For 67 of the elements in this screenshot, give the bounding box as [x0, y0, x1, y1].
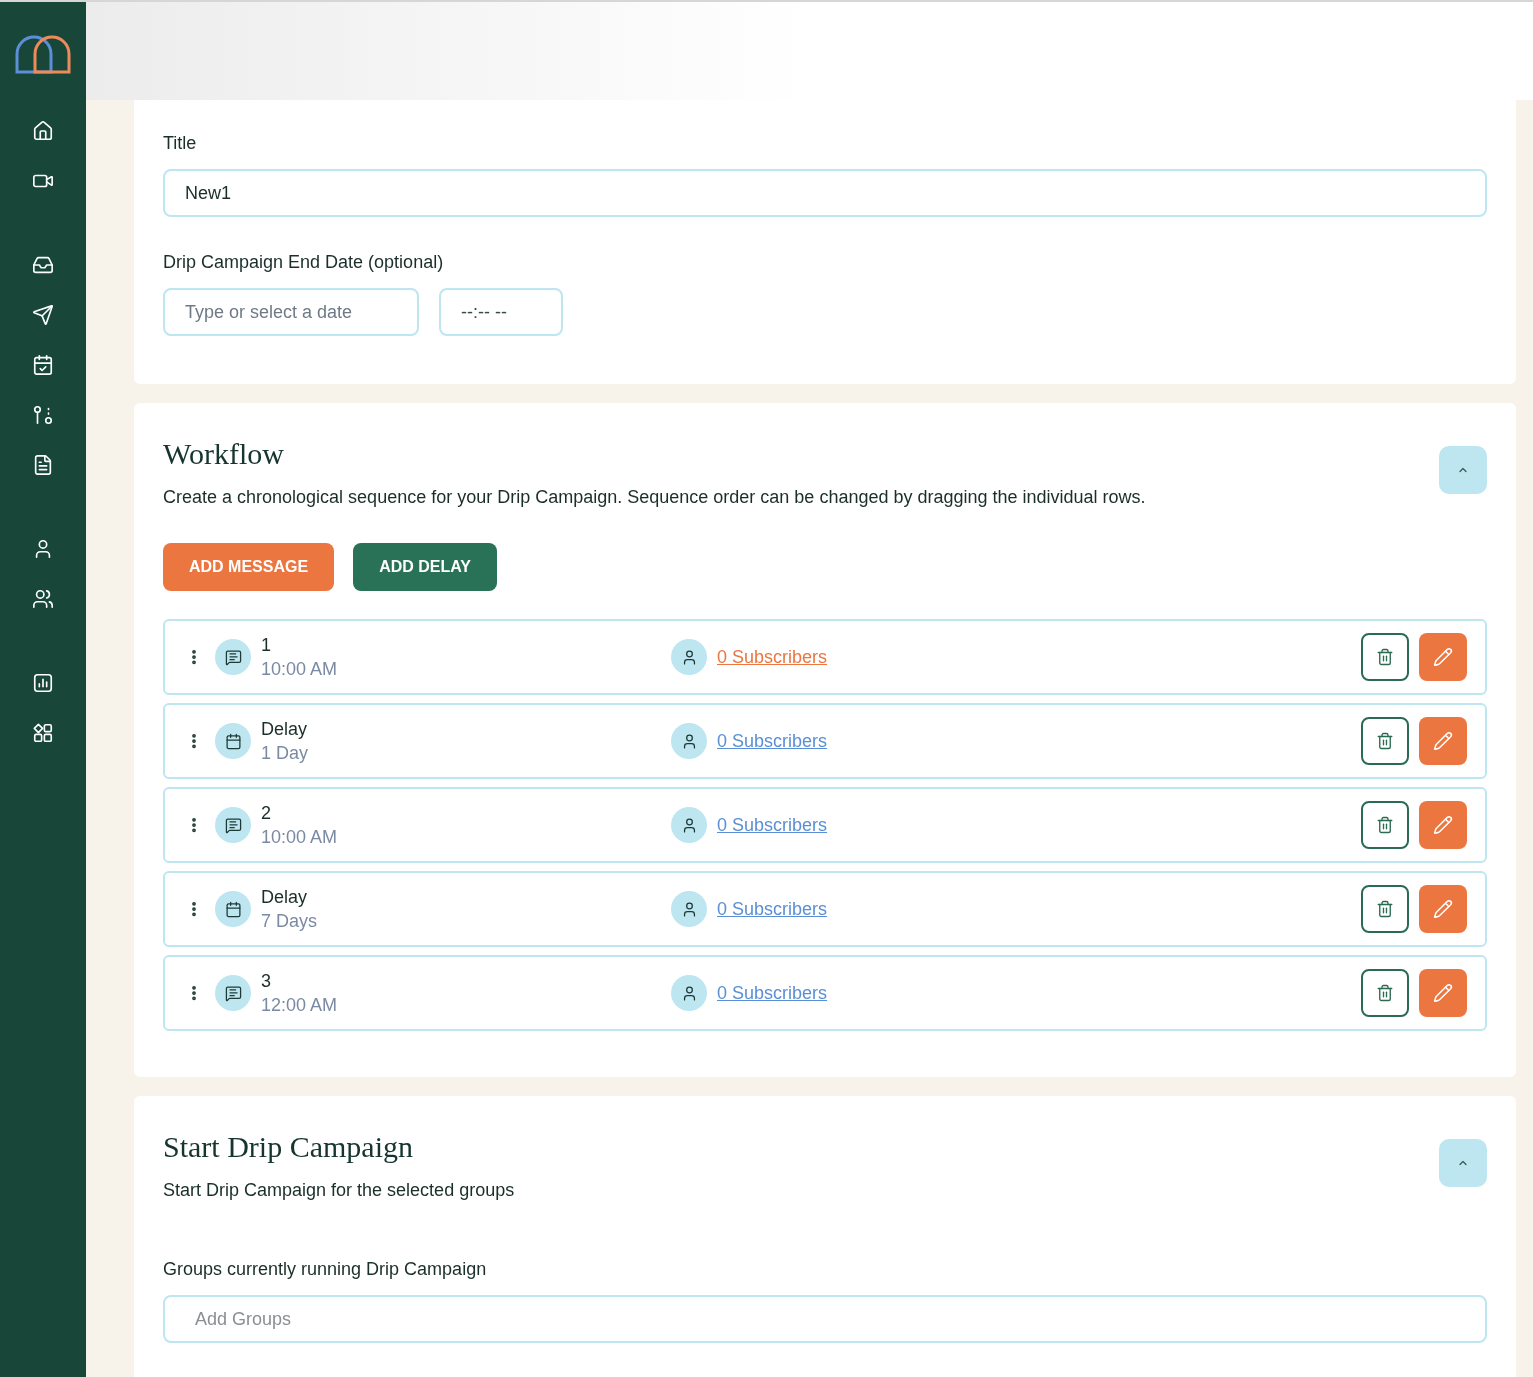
subscribers-link[interactable]: 0 Subscribers [717, 811, 828, 839]
step-subtitle: 10:00 AM [261, 826, 339, 849]
message-icon [224, 648, 242, 666]
step-subtitle: 7 Days [261, 910, 319, 933]
trash-icon [1376, 648, 1394, 666]
pencil-icon [1433, 899, 1453, 919]
step-subtitle: 10:00 AM [261, 658, 339, 681]
date-input[interactable]: Type or select a date [163, 288, 419, 336]
home-icon[interactable] [32, 120, 54, 142]
calendar-check-icon[interactable] [32, 354, 54, 376]
sequence-row[interactable]: Delay 1 Day 0 Subscribers [163, 703, 1487, 779]
delete-button[interactable] [1361, 801, 1409, 849]
apps-grid-icon[interactable] [32, 722, 54, 744]
title-input[interactable]: New1 [163, 169, 1487, 217]
sequence-row[interactable]: 3 12:00 AM 0 Subscribers [163, 955, 1487, 1031]
logo-icon [15, 34, 71, 74]
step-title: 1 [261, 634, 272, 657]
subscribers-link[interactable]: 0 Subscribers [717, 643, 828, 671]
section-heading: Workflow [163, 436, 285, 472]
trash-icon [1376, 984, 1394, 1002]
edit-button[interactable] [1419, 717, 1467, 765]
add-button[interactable]: ADD DELAY [353, 543, 497, 591]
message-icon [224, 816, 242, 834]
send-icon[interactable] [32, 304, 54, 326]
sequence-row[interactable]: 1 10:00 AM 0 Subscribers [163, 619, 1487, 695]
calendar-icon [224, 900, 242, 918]
trash-icon [1376, 816, 1394, 834]
section-description: Start Drip Campaign for the selected groups [163, 1179, 515, 1202]
trash-icon [1376, 732, 1394, 750]
groups-input[interactable]: Add Groups [163, 1295, 1487, 1343]
step-title: 3 [261, 970, 272, 993]
sequence-row[interactable]: Delay 7 Days 0 Subscribers [163, 871, 1487, 947]
delete-button[interactable] [1361, 885, 1409, 933]
delete-button[interactable] [1361, 717, 1409, 765]
delete-button[interactable] [1361, 969, 1409, 1017]
pencil-icon [1433, 647, 1453, 667]
edit-button[interactable] [1419, 633, 1467, 681]
subscribers-link[interactable]: 0 Subscribers [717, 895, 828, 923]
step-subtitle: 1 Day [261, 742, 310, 765]
sequence-row[interactable]: 2 10:00 AM 0 Subscribers [163, 787, 1487, 863]
edit-button[interactable] [1419, 801, 1467, 849]
step-title: 2 [261, 802, 272, 825]
users-icon[interactable] [32, 588, 54, 610]
add-button[interactable]: ADD MESSAGE [163, 543, 335, 591]
pencil-icon [1433, 731, 1453, 751]
document-icon[interactable] [32, 454, 54, 476]
step-subtitle: 12:00 AM [261, 994, 339, 1017]
bar-chart-icon[interactable] [32, 672, 54, 694]
pencil-icon [1433, 983, 1453, 1003]
step-title: Delay [261, 886, 309, 909]
trash-icon [1376, 900, 1394, 918]
section-description: Create a chronological sequence for your Drip Campaign. Sequence order can be changed by dragging the individual rows. [163, 486, 1146, 509]
edit-button[interactable] [1419, 969, 1467, 1017]
message-icon [224, 984, 242, 1002]
inbox-icon[interactable] [32, 254, 54, 276]
time-input[interactable]: --:-- -- [439, 288, 563, 336]
step-title: Delay [261, 718, 309, 741]
subscribers-link[interactable]: 0 Subscribers [717, 727, 828, 755]
pencil-icon [1433, 815, 1453, 835]
calendar-icon [224, 732, 242, 750]
edit-button[interactable] [1419, 885, 1467, 933]
field-label: Drip Campaign End Date (optional) [163, 251, 445, 274]
field-label: Groups currently running Drip Campaign [163, 1258, 488, 1281]
delete-button[interactable] [1361, 633, 1409, 681]
field-label: Title [163, 132, 198, 155]
subscribers-link[interactable]: 0 Subscribers [717, 979, 828, 1007]
section-heading: Start Drip Campaign [163, 1129, 414, 1165]
